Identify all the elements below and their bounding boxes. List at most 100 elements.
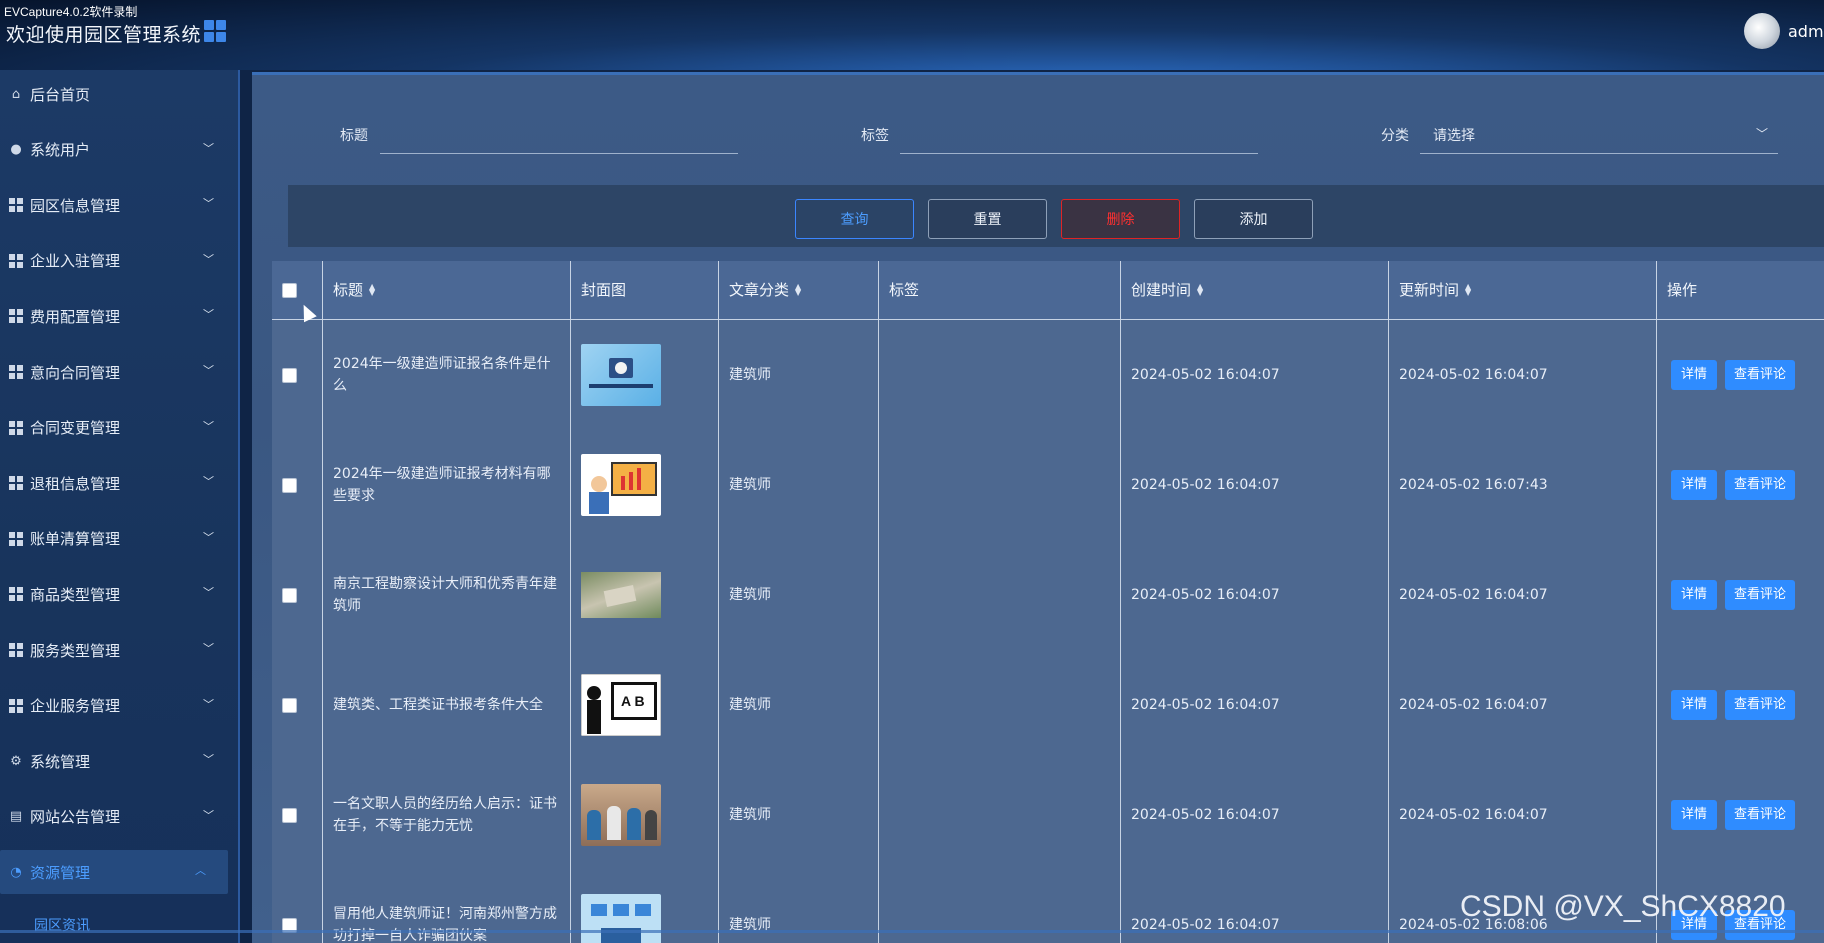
detail-button[interactable]: 详情 [1671,470,1717,500]
row-created-text: 2024-05-02 16:04:07 [1131,697,1280,713]
view-comments-button[interactable]: 查看评论 [1725,470,1795,500]
row-checkbox[interactable] [282,477,297,493]
row-checkbox[interactable] [282,367,297,383]
select-all-checkbox[interactable] [282,282,297,298]
sidebar-item-label: 网站公告管理 [30,808,121,827]
sort-icon[interactable]: ▲ ▼ [1197,283,1203,297]
header-cover: 封面图 [570,261,718,319]
sidebar-item-14[interactable]: ◔ 资源管理 ︿ [0,850,228,895]
sidebar-item-label: 合同变更管理 [30,419,121,438]
detail-button[interactable]: 详情 [1671,690,1717,720]
category-select-value[interactable]: 请选择 [1433,125,1475,145]
row-title: 一名文职人员的经历给人启示：证书在手，不等于能力无忧 [322,760,570,870]
row-updated-text: 2024-05-02 16:04:07 [1399,587,1548,603]
sidebar-item-2[interactable]: 园区信息管理 ﹀ [0,183,236,227]
sidebar-item-13[interactable]: ▤ 网站公告管理 ﹀ [0,795,236,839]
view-comments-button[interactable]: 查看评论 [1725,580,1795,610]
row-checkbox[interactable] [282,587,297,603]
row-tag [878,540,1120,650]
sidebar-item-11[interactable]: 企业服务管理 ﹀ [0,684,236,728]
sidebar-item-1[interactable]: ● 系统用户 ﹀ [0,128,236,172]
row-actions: 详情 查看评论 [1656,650,1824,760]
grid-icon [8,475,24,491]
chevron-down-icon: ﹀ [203,308,214,322]
row-title: 南京工程勘察设计大师和优秀青年建筑师 [322,540,570,650]
sidebar-item-9[interactable]: 商品类型管理 ﹀ [0,572,236,616]
sidebar-item-0[interactable]: ⌂ 后台首页 [0,72,236,116]
chevron-down-icon: ﹀ [203,586,214,600]
reset-button[interactable]: 重置 [928,199,1047,239]
detail-button[interactable]: 详情 [1671,800,1717,830]
row-tag [878,760,1120,870]
table-row[interactable]: 建筑类、工程类证书报考条件大全 A B 建筑师 2024-05-02 16:04:07… [272,650,1824,760]
row-updated-text: 2024-05-02 16:04:07 [1399,807,1548,823]
detail-button[interactable]: 详情 [1671,360,1717,390]
user-name[interactable]: admin [1788,22,1824,41]
table-row[interactable]: 2024年一级建造师证报名条件是什么 建筑师 2024-05-02 16:04:07… [272,320,1824,430]
sidebar-item-10[interactable]: 服务类型管理 ﹀ [0,628,236,672]
row-title-text: 2024年一级建造师证报考材料有哪些要求 [333,466,551,504]
add-button[interactable]: 添加 [1194,199,1313,239]
header-created[interactable]: 创建时间 ▲ ▼ [1120,261,1388,319]
row-checkbox[interactable] [282,807,297,823]
header-updated[interactable]: 更新时间 ▲ ▼ [1388,261,1656,319]
row-checkbox[interactable] [282,697,297,713]
view-comments-button[interactable]: 查看评论 [1725,800,1795,830]
view-comments-button[interactable]: 查看评论 [1725,360,1795,390]
header-category[interactable]: 文章分类 ▲ ▼ [718,261,878,319]
grid-icon [8,253,24,269]
row-tag [878,430,1120,540]
sidebar-item-7[interactable]: 退租信息管理 ﹀ [0,461,236,505]
header-title[interactable]: 标题 ▲ ▼ [322,261,570,319]
row-select-cell [272,320,322,430]
sort-icon[interactable]: ▲ ▼ [1465,283,1471,297]
table-row[interactable]: 南京工程勘察设计大师和优秀青年建筑师 建筑师 2024-05-02 16:04:07… [272,540,1824,650]
sort-icon[interactable]: ▲ ▼ [369,283,375,297]
row-title-text: 冒用他人建筑师证！河南郑州警方成功打掉一自人诈骗团伙案 [333,906,557,943]
sidebar-item-6[interactable]: 合同变更管理 ﹀ [0,406,236,450]
pie-icon: ◔ [10,864,22,880]
tag-filter-label: 标签 [861,128,889,144]
action-bar: 查询 重置 删除 添加 [288,185,1824,247]
table-row[interactable]: 2024年一级建造师证报考材料有哪些要求 建筑师 2024-05-02 16:04:… [272,430,1824,540]
grid-icon [8,698,24,714]
chevron-down-icon: ﹀ [203,642,214,655]
view-comments-button[interactable]: 查看评论 [1725,690,1795,720]
chevron-up-icon: ︿ [195,864,206,878]
sidebar-item-8[interactable]: 账单清算管理 ﹀ [0,517,236,561]
sidebar-item-4[interactable]: 费用配置管理 ﹀ [0,294,236,338]
recorder-watermark: EVCapture4.0.2软件录制 [4,5,138,19]
row-select-cell [272,760,322,870]
sidebar-item-label: 账单清算管理 [30,530,121,549]
sidebar-item-label: 后台首页 [30,85,91,104]
avatar[interactable] [1744,13,1780,49]
sidebar-item-3[interactable]: 企业入驻管理 ﹀ [0,239,236,283]
sidebar-item-12[interactable]: ⚙ 系统管理 ﹀ [0,739,236,783]
query-button[interactable]: 查询 [795,199,914,239]
sort-icon[interactable]: ▲ ▼ [795,283,801,297]
header-actions: 操作 [1656,261,1824,319]
table-row[interactable]: 一名文职人员的经历给人启示：证书在手，不等于能力无忧 建筑师 2024-05-02 … [272,760,1824,870]
row-category: 建筑师 [718,540,878,650]
detail-button[interactable]: 详情 [1671,580,1717,610]
row-updated: 2024-05-02 16:04:07 [1388,320,1656,430]
cover-screens-image [581,894,661,943]
bottom-scrollbar[interactable] [0,930,1824,933]
sidebar-item-5[interactable]: 意向合同管理 ﹀ [0,350,236,394]
menu-grid-icon[interactable] [204,20,226,42]
title-filter-input[interactable] [380,153,738,154]
row-tag [878,650,1120,760]
tag-filter-input[interactable] [900,153,1258,154]
row-updated: 2024-05-02 16:04:07 [1388,760,1656,870]
category-select[interactable] [1420,153,1778,154]
chevron-down-icon[interactable]: ﹀ [1756,125,1768,142]
cover-presenter-image [581,454,661,516]
grid-icon [8,420,24,436]
row-category-text: 建筑师 [729,587,771,603]
row-category: 建筑师 [718,430,878,540]
row-title-text: 南京工程勘察设计大师和优秀青年建筑师 [333,576,557,614]
csdn-watermark: CSDN @VX_ShCX8820 [1460,890,1786,923]
cover-tech-image [581,344,661,406]
delete-button[interactable]: 删除 [1061,199,1180,239]
row-category: 建筑师 [718,760,878,870]
